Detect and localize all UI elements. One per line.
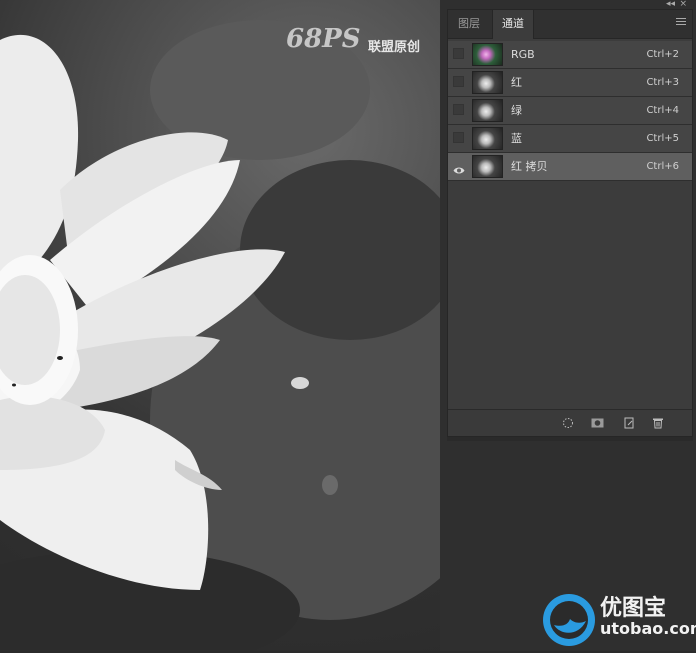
close-icon[interactable]: × [679, 0, 687, 9]
utobao-logo-icon [540, 591, 598, 653]
visibility-toggle[interactable] [453, 132, 464, 143]
tab-channels[interactable]: 通道 [492, 10, 534, 39]
delete-channel-icon[interactable] [652, 417, 664, 429]
panel-resize-handle[interactable] [447, 437, 693, 441]
channel-row-blue[interactable]: 蓝 Ctrl+5 [448, 125, 692, 153]
channel-shortcut: Ctrl+5 [646, 133, 679, 144]
eye-icon[interactable] [453, 160, 465, 174]
panel-dock-bar: ◂◂ × [447, 0, 693, 9]
panel-menu-icon[interactable] [676, 18, 686, 27]
logo-name: 优图宝 [600, 596, 667, 621]
visibility-toggle[interactable] [453, 48, 464, 59]
channel-shortcut: Ctrl+2 [646, 49, 679, 60]
watermark-text: 联盟原创 [368, 40, 421, 55]
channel-thumbnail [472, 71, 503, 94]
load-selection-icon[interactable] [562, 417, 574, 428]
panel-tabs: 图层 通道 [448, 10, 692, 39]
flower-image [0, 20, 440, 651]
image-canvas[interactable] [0, 0, 440, 651]
channel-shortcut: Ctrl+3 [646, 77, 679, 88]
watermark-brand: 68PS [286, 24, 361, 54]
channel-row-rgb[interactable]: RGB Ctrl+2 [448, 41, 692, 69]
collapse-panels-icon[interactable]: ◂◂ [666, 0, 675, 9]
channels-panel: 图层 通道 RGB Ctrl+2 红 Ctrl+3 绿 Ctrl+4 蓝 Ctr… [447, 9, 693, 437]
channel-name: 绿 [511, 104, 522, 117]
channel-thumbnail [472, 43, 503, 66]
visibility-toggle[interactable] [453, 104, 464, 115]
channel-name: 蓝 [511, 132, 522, 145]
channel-row-green[interactable]: 绿 Ctrl+4 [448, 97, 692, 125]
save-selection-icon[interactable] [591, 417, 604, 428]
tab-layers[interactable]: 图层 [448, 10, 490, 38]
channel-thumbnail [472, 99, 503, 122]
panel-footer [448, 409, 692, 436]
channel-thumbnail [472, 127, 503, 150]
new-channel-icon[interactable] [623, 417, 635, 429]
channel-name: 红 [511, 76, 522, 89]
channel-name: 红 拷贝 [511, 160, 548, 173]
channel-thumbnail [472, 155, 503, 178]
visibility-toggle[interactable] [453, 76, 464, 87]
logo-url: utobao.com [600, 619, 696, 638]
channel-row-red[interactable]: 红 Ctrl+3 [448, 69, 692, 97]
channel-row-red-copy[interactable]: 红 拷贝 Ctrl+6 [448, 153, 692, 181]
channel-shortcut: Ctrl+6 [646, 161, 679, 172]
channel-name: RGB [511, 48, 535, 61]
channel-shortcut: Ctrl+4 [646, 105, 679, 116]
channel-list: RGB Ctrl+2 红 Ctrl+3 绿 Ctrl+4 蓝 Ctrl+5 红 [448, 41, 692, 181]
